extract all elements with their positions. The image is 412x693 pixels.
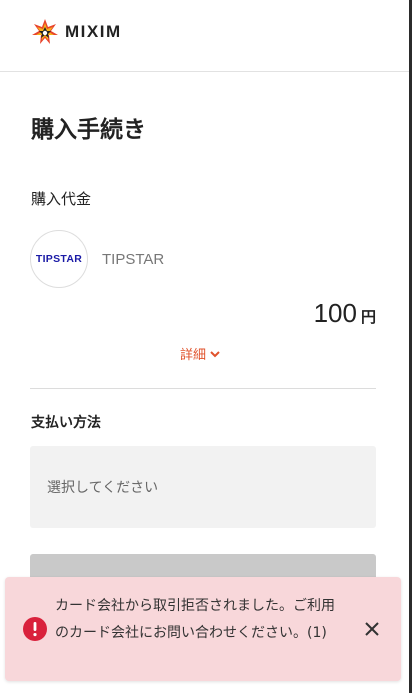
payment-method-label: 支払い方法 bbox=[31, 415, 101, 431]
close-icon bbox=[365, 622, 379, 636]
mixim-logo-icon bbox=[32, 19, 58, 44]
product-row: TIPSTAR TIPSTAR bbox=[30, 230, 164, 288]
product-logo: TIPSTAR bbox=[30, 230, 88, 288]
error-toast: カード会社から取引拒否されました。ご利用のカード会社にお問い合わせください。(1… bbox=[5, 577, 401, 681]
site-header: MIXIM bbox=[0, 0, 409, 72]
payment-method-placeholder: 選択してください bbox=[47, 480, 159, 496]
chevron-down-icon bbox=[210, 350, 220, 357]
price-currency: 円 bbox=[360, 308, 376, 326]
payment-method-select[interactable]: 選択してください bbox=[30, 446, 376, 528]
price: 100 円 bbox=[314, 298, 376, 329]
details-toggle[interactable]: 詳細 bbox=[180, 344, 221, 363]
product-logo-text: TIPSTAR bbox=[35, 253, 83, 265]
price-value: 100 bbox=[313, 298, 357, 328]
close-button[interactable] bbox=[361, 618, 383, 640]
mixim-logo[interactable]: MIXIM bbox=[31, 18, 122, 46]
details-label: 詳細 bbox=[180, 348, 207, 363]
page-title: 購入手続き bbox=[31, 117, 146, 143]
divider bbox=[30, 388, 376, 389]
purchase-amount-label: 購入代金 bbox=[31, 190, 92, 208]
error-message: カード会社から取引拒否されました。ご利用のカード会社にお問い合わせください。(1… bbox=[55, 598, 335, 641]
brand-name: MIXIM bbox=[65, 22, 122, 41]
error-icon bbox=[23, 617, 47, 641]
product-name: TIPSTAR bbox=[102, 250, 165, 268]
